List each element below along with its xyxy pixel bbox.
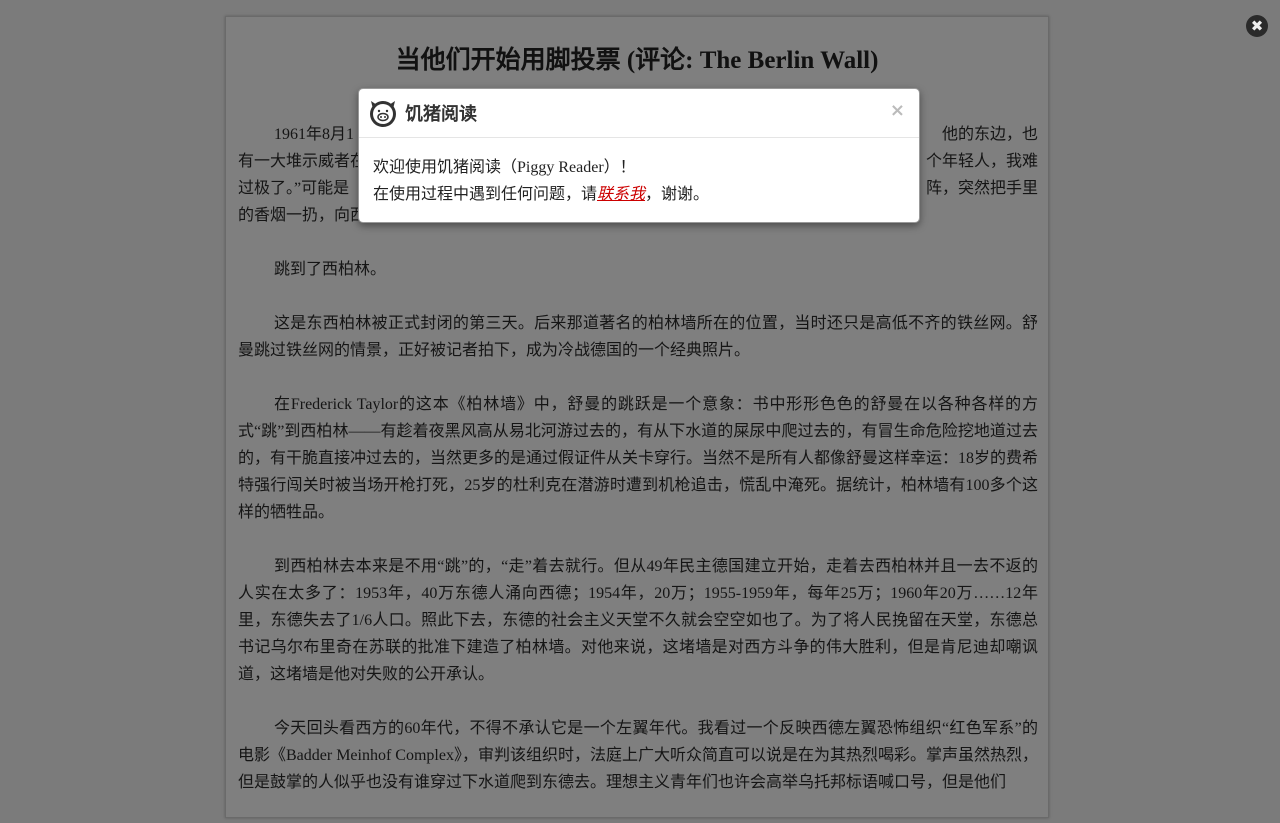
paragraph: 到西柏林去本来是不用“跳”的，“走”着去就行。但从49年民主德国建立开始，走着去…	[238, 558, 1038, 683]
contact-suffix: ，谢谢。	[645, 186, 710, 203]
text-fragment: 个年轻人，我难	[925, 153, 1038, 170]
paragraph: 跳到了西柏林。	[274, 261, 387, 278]
contact-text: 在使用过程中遇到任何问题，请联系我，谢谢。	[373, 181, 905, 208]
dialog-header: 饥猪阅读 ×	[359, 89, 919, 138]
contact-prefix: 在使用过程中遇到任何问题，请	[373, 186, 598, 203]
dialog-close-button[interactable]: ×	[890, 101, 905, 121]
welcome-dialog: 饥猪阅读 × 欢迎使用饥猪阅读（Piggy Reader）！ 在使用过程中遇到任…	[358, 88, 920, 223]
text-fragment: 有一大堆示威者在	[238, 153, 367, 170]
paragraph: 这是东西柏林被正式封闭的第三天。后来那道著名的柏林墙所在的位置，当时还只是高低不…	[238, 315, 1038, 359]
text-fragment: 阵，突然把手里	[925, 180, 1038, 197]
contact-link[interactable]: 联系我	[597, 186, 645, 203]
paragraph: 今天回头看西方的60年代，不得不承认它是一个左翼年代。我看过一个反映西德左翼恐怖…	[238, 720, 1038, 791]
text-fragment: 的香烟一扔，向西	[238, 207, 367, 224]
text-fragment: 过极了。”可能是	[238, 180, 350, 197]
dialog-body: 欢迎使用饥猪阅读（Piggy Reader）！ 在使用过程中遇到任何问题，请联系…	[359, 138, 919, 208]
text-fragment: 1961年8月1	[274, 126, 355, 143]
welcome-text: 欢迎使用饥猪阅读（Piggy Reader）！	[373, 159, 636, 176]
pig-logo-icon	[370, 101, 396, 127]
article-title: 当他们开始用脚投票 (评论: The Berlin Wall)	[395, 47, 879, 74]
paragraph: 在Frederick Taylor的这本《柏林墙》中，舒曼的跳跃是一个意象：书中…	[238, 396, 1039, 521]
close-icon: ✖	[1250, 17, 1264, 35]
article-body: 1961年8月1 他的东边，也 有一大堆示威者在 个年轻人，我难 过极了。”可能是 阵…	[238, 121, 1038, 823]
text-fragment: 他的东边，也	[941, 126, 1038, 143]
dialog-title: 饥猪阅读	[405, 104, 477, 125]
close-reader-button[interactable]: ✖	[1246, 15, 1268, 37]
